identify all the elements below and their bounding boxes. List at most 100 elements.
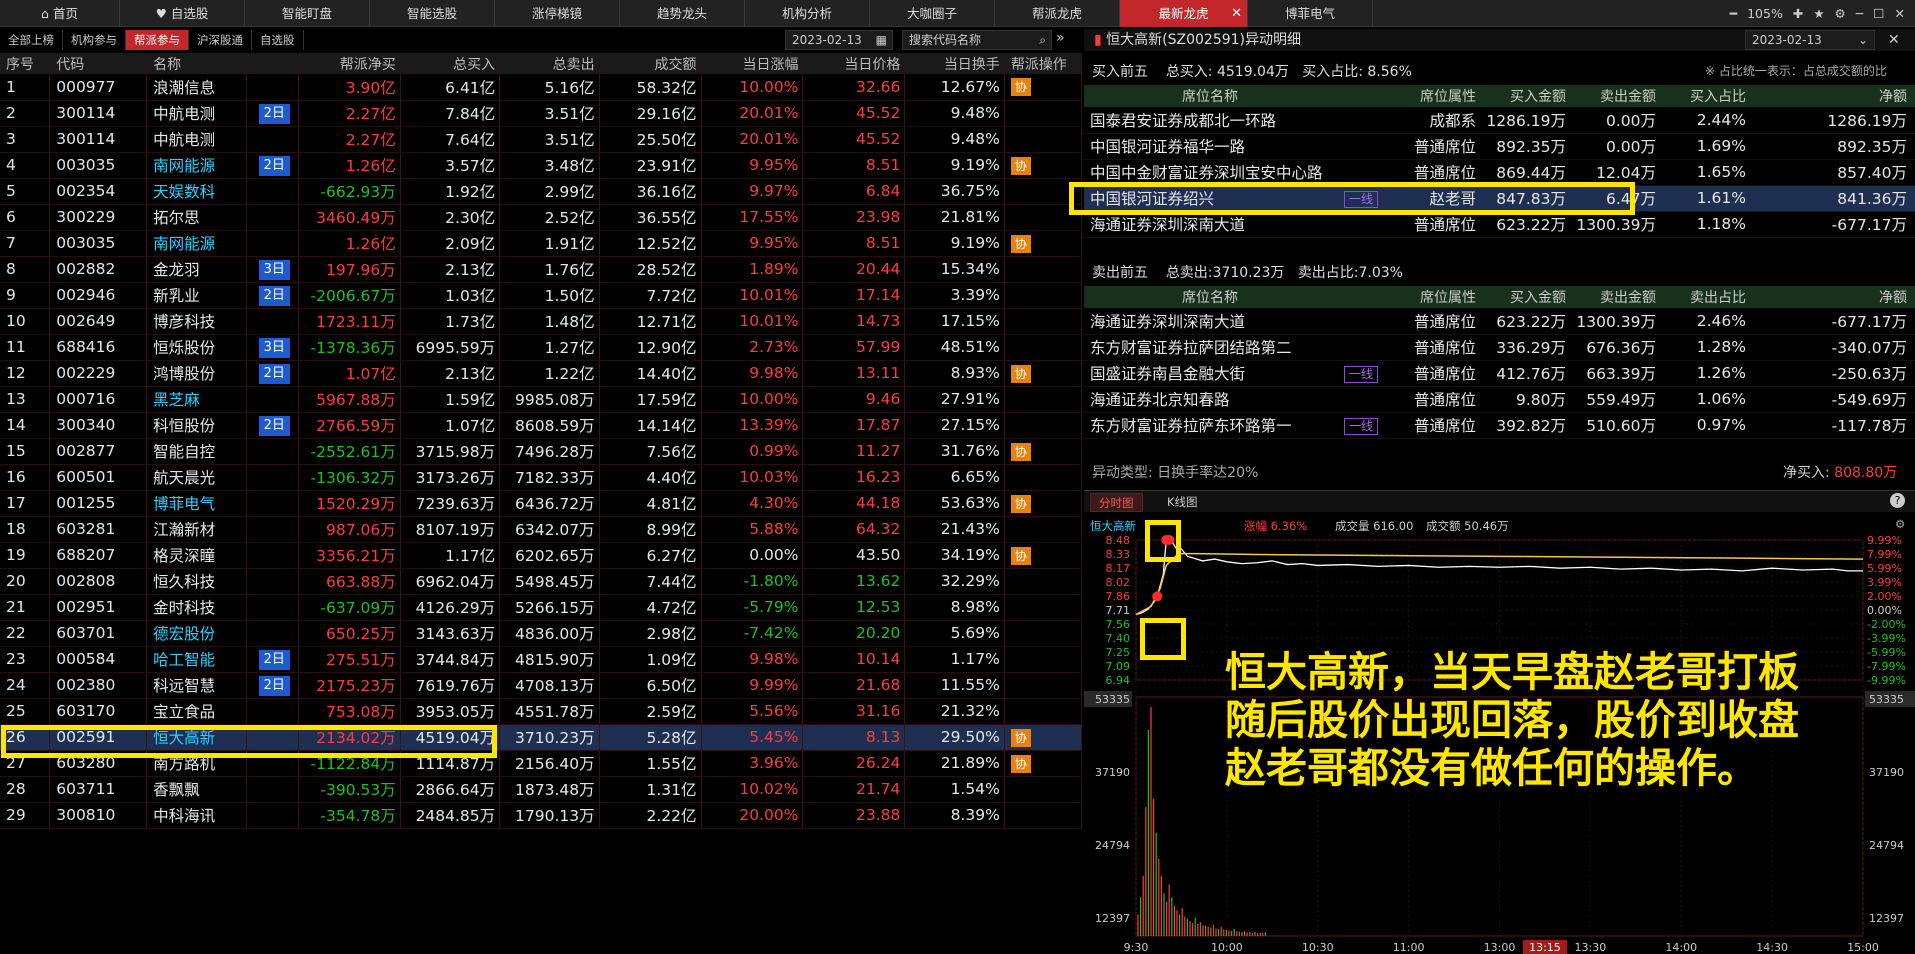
table-row[interactable]: 20 002808 恒久科技 663.88万 6962.04万 5498.45万 7.44亿… [0, 568, 1083, 595]
table-row[interactable]: 25 603170 宝立食品 753.08万 3953.05万 4551.78万 2.59亿… [0, 698, 1083, 725]
tab-trend-leader[interactable]: 趋势龙头 [620, 0, 745, 27]
collab-badge[interactable]: 协 [1010, 728, 1031, 747]
tab-gang-dragon[interactable]: 帮派龙虎 [995, 0, 1120, 27]
seat-row[interactable]: 海通证券北京知春路 普通席位 9.80万 559.49万 1.06% -549.69万 [1084, 386, 1915, 413]
row-total-buy: 2866.64万 [400, 776, 501, 803]
close-icon[interactable]: ✕ [1231, 0, 1242, 27]
collab-badge[interactable]: 协 [1010, 494, 1031, 513]
table-row[interactable]: 6 300229 拓尔思 3460.49万 2.30亿 2.52亿 36.55亿 17.55%… [0, 204, 1083, 231]
maximize-icon[interactable]: ☐ [1873, 6, 1884, 21]
detail-date-select[interactable]: 2023-02-13 ⌄ [1745, 30, 1875, 50]
price-tick-label: 7.40 [1106, 632, 1131, 645]
window-close-icon[interactable]: ✕ [1895, 6, 1905, 21]
table-row[interactable]: 11 688416 恒烁股份 3日 -1378.36万 6995.59万 1.27亿 12.9… [0, 334, 1083, 361]
table-row[interactable]: 24 002380 科远智慧 2日 2175.23万 7619.76万 4708.13万 6.… [0, 672, 1083, 699]
collab-badge[interactable]: 协 [1010, 546, 1031, 565]
collab-badge[interactable]: 协 [1010, 156, 1031, 175]
settings-icon[interactable]: ⚙ [1835, 6, 1846, 21]
subtab-gang[interactable]: 帮派参与 [126, 30, 189, 50]
subtab-institution[interactable]: 机构参与 [63, 30, 126, 50]
col-turnover[interactable]: 当日换手 [904, 53, 1005, 74]
table-row[interactable]: 28 603711 香飘飘 -390.53万 2866.64万 1873.48万 1.31亿… [0, 776, 1083, 803]
table-row[interactable]: 17 001255 博菲电气 1520.29万 7239.63万 6436.72万 4.81… [0, 490, 1083, 517]
subtab-watchlist[interactable]: 自选股 [252, 30, 304, 50]
col-amount[interactable]: 成交额 [599, 53, 702, 74]
row-name: 鸿博股份 [146, 360, 247, 387]
collapse-icon[interactable]: » [1056, 30, 1065, 46]
tab-big-circle[interactable]: 大咖圈子 [870, 0, 995, 27]
table-row[interactable]: 1 000977 浪潮信息 3.90亿 6.41亿 5.16亿 58.32亿 10.00% 32… [0, 74, 1083, 101]
table-row[interactable]: 2 300114 中航电测 2日 2.27亿 7.84亿 3.51亿 29.16亿 20.01%… [0, 100, 1083, 127]
col-change[interactable]: 当日涨幅 [701, 53, 804, 74]
col-gang-net[interactable]: 帮派净买 [298, 53, 401, 74]
tab-latest-dragon[interactable]: 最新龙虎 ✕ [1120, 0, 1248, 27]
tab-smart-pick[interactable]: 智能选股 [370, 0, 495, 27]
table-row[interactable]: 22 603701 德宏股份 650.25万 3143.63万 4836.00万 2.98亿… [0, 620, 1083, 647]
subtab-all[interactable]: 全部上榜 [0, 30, 63, 50]
plus-icon[interactable]: ✚ [1793, 6, 1803, 21]
tab-limit-ladder[interactable]: 涨停梯镜 [495, 0, 620, 27]
collab-badge[interactable]: 协 [1010, 78, 1031, 97]
search-input[interactable]: 搜索代码名称 ⌕ [902, 30, 1052, 50]
col-buy-amt: 买入金额 [1484, 286, 1574, 308]
table-row[interactable]: 9 002946 新乳业 2日 -2006.67万 1.03亿 1.50亿 7.72亿 10.0… [0, 282, 1083, 309]
tab-kline[interactable]: K线图 [1159, 493, 1206, 512]
seat-row[interactable]: 海通证券深圳深南大道 普通席位 623.22万 1300.39万 2.46% -677.1… [1084, 308, 1915, 335]
table-row[interactable]: 5 002354 天娱数科 -662.93万 1.92亿 2.99亿 36.16亿 9.97%… [0, 178, 1083, 205]
table-row[interactable]: 8 002882 金龙羽 3日 197.96万 2.13亿 1.76亿 28.52亿 1.89%… [0, 256, 1083, 283]
tab-home[interactable]: ⌂ 首页 [0, 0, 120, 27]
table-row[interactable]: 7 003035 南网能源 1.26亿 2.09亿 1.91亿 12.52亿 9.95% 8.5… [0, 230, 1083, 257]
table-row[interactable]: 3 300114 中航电测 2.27亿 7.64亿 3.51亿 25.50亿 20.01% 45… [0, 126, 1083, 153]
subtab-hk-connect[interactable]: 沪深股通 [189, 30, 252, 50]
tab-intraday[interactable]: 分时图 [1090, 493, 1143, 512]
seat-row[interactable]: 国泰君安证券成都北一环路 成都系 1286.19万 0.00万 2.44% 1286.19… [1084, 107, 1915, 134]
minimize-icon[interactable]: ─ [1856, 6, 1864, 21]
date-picker[interactable]: 2023-02-13 ▦ [785, 30, 893, 50]
table-row[interactable]: 19 688207 格灵深瞳 3356.21万 1.17亿 6202.65万 6.27亿 0.… [0, 542, 1083, 569]
row-change: 9.98% [701, 646, 804, 673]
tab-smart-watch[interactable]: 智能盯盘 [245, 0, 370, 27]
col-total-buy[interactable]: 总买入 [400, 53, 501, 74]
row-gang-net: -390.53万 [298, 776, 401, 803]
col-code[interactable]: 代码 [49, 53, 148, 74]
collab-badge[interactable]: 协 [1010, 364, 1031, 383]
row-turnover: 31.76% [904, 438, 1005, 465]
tab-institution[interactable]: 机构分析 [745, 0, 870, 27]
tab-watchlist[interactable]: ♥ 自选股 [120, 0, 245, 27]
help-icon[interactable]: ? [1890, 493, 1905, 508]
col-seq[interactable]: 序号 [0, 53, 51, 74]
tab-bofei[interactable]: 博菲电气 [1248, 0, 1373, 27]
table-row[interactable]: 15 002877 智能自控 -2552.61万 3715.98万 7496.28万 7.5… [0, 438, 1083, 465]
col-price[interactable]: 当日价格 [802, 53, 906, 74]
table-row[interactable]: 21 002951 金时科技 -637.09万 4126.29万 5266.15万 4.72… [0, 594, 1083, 621]
collab-badge[interactable]: 协 [1010, 442, 1031, 461]
collab-badge[interactable]: 协 [1010, 234, 1031, 253]
minus-icon[interactable]: ━ [1730, 6, 1738, 21]
seat-row[interactable]: 国盛证券南昌金融大街 一线 普通席位 412.76万 663.39万 1.26% -250.… [1084, 360, 1915, 387]
detail-close-icon[interactable]: ✕ [1888, 29, 1900, 51]
seat-row[interactable]: 东方财富证券拉萨团结路第二 普通席位 336.29万 676.36万 1.28% -340… [1084, 334, 1915, 361]
collab-badge[interactable]: 协 [1010, 754, 1031, 773]
col-total-sell[interactable]: 总卖出 [499, 53, 600, 74]
table-row[interactable]: 13 000716 黑芝麻 5967.88万 1.59亿 9985.08万 17.59亿 10… [0, 386, 1083, 413]
seat-attr: 普通席位 [1384, 412, 1484, 439]
table-row[interactable]: 18 603281 江瀚新材 987.06万 8107.19万 6342.07万 8.99亿… [0, 516, 1083, 543]
chevron-down-icon: ⌄ [1857, 33, 1868, 47]
table-row[interactable]: 12 002229 鸿博股份 2日 1.07亿 2.13亿 1.22亿 14.40亿 9.98%… [0, 360, 1083, 387]
table-row[interactable]: 29 300810 中科海讯 -354.78万 2484.85万 1790.13万 2.22… [0, 802, 1083, 829]
row-price: 43.50 [802, 542, 906, 569]
seat-row[interactable]: 中国银河证券福华一路 普通席位 892.35万 0.00万 1.69% 892.35万 [1084, 133, 1915, 160]
table-row[interactable]: 16 600501 航天晨光 -1306.32万 3173.26万 7182.33万 4.4… [0, 464, 1083, 491]
table-row[interactable]: 14 300340 科恒股份 2日 2766.59万 1.07亿 8608.59万 14.14… [0, 412, 1083, 439]
col-badge [246, 53, 299, 74]
table-row[interactable]: 10 002649 博彦科技 1723.11万 1.73亿 1.48亿 12.71亿 10.0… [0, 308, 1083, 335]
col-name[interactable]: 名称 [146, 53, 247, 74]
row-amount: 2.59亿 [599, 698, 702, 725]
seat-row[interactable]: 东方财富证券拉萨东环路第一 一线 普通席位 392.82万 510.60万 0.97% -1… [1084, 412, 1915, 439]
row-total-buy: 4126.29万 [400, 594, 501, 621]
table-row[interactable]: 23 000584 哈工智能 2日 275.51万 3744.84万 4815.90万 1.0… [0, 646, 1083, 673]
table-row[interactable]: 4 003035 南网能源 2日 1.26亿 3.57亿 3.48亿 23.91亿 9.95% 8… [0, 152, 1083, 179]
star-icon[interactable]: ★ [1813, 6, 1824, 21]
row-code: 002877 [49, 438, 148, 465]
row-code: 300340 [49, 412, 148, 439]
